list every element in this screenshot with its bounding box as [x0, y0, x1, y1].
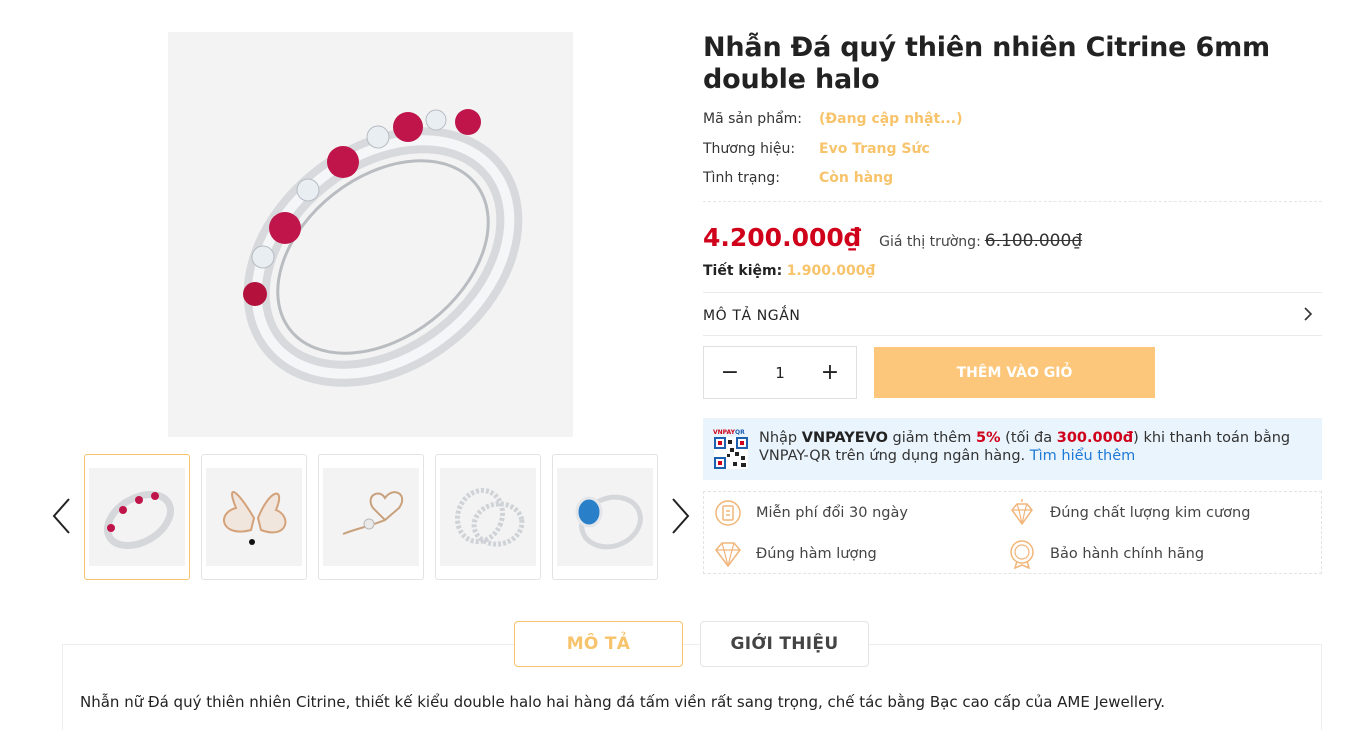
diamond-quality-icon — [1011, 499, 1033, 526]
eternity-rings-thumbnail — [454, 487, 525, 547]
meta-row-sku: Mã sản phẩm: (Đang cập nhật...) — [703, 111, 963, 127]
thumbnail-3[interactable] — [318, 454, 424, 580]
status-value: Còn hàng — [819, 170, 894, 186]
policy-label: Miễn phí đổi 30 ngày — [756, 505, 908, 521]
sku-label: Mã sản phẩm: — [703, 111, 802, 127]
thumbnail-next-button[interactable] — [668, 496, 692, 536]
vnpay-learn-more-link[interactable]: Tìm hiểu thêm — [1030, 448, 1135, 464]
price-row: 4.200.000₫ Giá thị trường: 6.100.000₫ — [703, 223, 1082, 252]
policy-label: Đúng hàm lượng — [756, 546, 877, 562]
chevron-left-icon — [52, 498, 70, 534]
tab-description[interactable]: MÔ TẢ — [514, 621, 683, 667]
saving-label: Tiết kiệm: — [703, 263, 783, 279]
policy-box: Miễn phí đổi 30 ngày Đúng chất lượng kim… — [703, 491, 1322, 574]
brand-value[interactable]: Evo Trang Sức — [819, 141, 930, 157]
ruby-ring-image — [168, 32, 573, 437]
current-price: 4.200.000₫ — [703, 223, 862, 252]
short-description-toggle[interactable]: MÔ TẢ NGẮN — [703, 305, 1322, 325]
brand-label: Thương hiệu: — [703, 141, 796, 157]
chevron-right-icon — [1304, 307, 1313, 321]
quantity-input[interactable] — [756, 347, 804, 398]
add-to-cart-button[interactable]: THÊM VÀO GIỎ — [874, 347, 1155, 398]
policy-label: Đúng chất lượng kim cương — [1050, 505, 1251, 521]
divider — [703, 335, 1322, 336]
heart-flower-brooch-thumbnail — [342, 491, 404, 535]
policy-item: Bảo hành chính hãng — [1008, 539, 1204, 569]
description-panel — [62, 644, 1322, 730]
thumbnail-prev-button[interactable] — [50, 496, 74, 536]
vnpay-promo-box: VNPAY QR Nhập VNPAYEVO giảm thêm 5% (tối… — [703, 418, 1322, 480]
sku-value: (Đang cập nhật...) — [819, 111, 963, 127]
vnpay-qr-icon: VNPAY QR — [713, 429, 748, 469]
policy-label: Bảo hành chính hãng — [1050, 546, 1205, 562]
saving-row: Tiết kiệm: 1.900.000₫ — [703, 263, 875, 279]
vnpay-discount-percent: 5% — [975, 430, 1001, 446]
meta-row-status: Tình trạng: Còn hàng — [703, 170, 893, 186]
status-label: Tình trạng: — [703, 170, 780, 186]
market-price-label: Giá thị trường: — [879, 234, 981, 250]
divider — [703, 292, 1322, 293]
product-title: Nhẫn Đá quý thiên nhiên Citrine 6mm doub… — [703, 32, 1270, 95]
saving-value: 1.900.000₫ — [786, 263, 876, 279]
sapphire-ring-thumbnail — [575, 494, 643, 550]
policy-item: Đúng chất lượng kim cương — [1008, 498, 1250, 528]
thumbnail-4[interactable] — [435, 454, 541, 580]
meta-row-brand: Thương hiệu: Evo Trang Sức — [703, 141, 930, 157]
ruby-ring-thumbnail — [104, 490, 174, 550]
product-description-text: Nhẫn nữ Đá quý thiên nhiên Citrine, thiế… — [80, 693, 1166, 711]
quantity-decrease-button[interactable]: − — [704, 347, 756, 398]
svg-text:QR: QR — [735, 429, 745, 436]
vnpay-text-prefix: Nhập — [759, 430, 802, 446]
vnpay-max-amount: 300.000đ — [1056, 430, 1134, 446]
vnpay-text-middle: (tối đa — [1000, 430, 1057, 446]
vnpay-text-middle: giảm thêm — [887, 430, 976, 446]
diamond-icon — [715, 542, 741, 568]
policy-item: Đúng hàm lượng — [714, 539, 877, 569]
chevron-right-icon — [672, 498, 690, 534]
vnpay-promo-text: Nhập VNPAYEVO giảm thêm 5% (tối đa 300.0… — [759, 429, 1309, 465]
thumbnail-1[interactable] — [84, 454, 190, 580]
main-product-image[interactable] — [168, 32, 573, 437]
butterfly-brooch-thumbnail — [223, 491, 287, 545]
thumbnail-2[interactable] — [201, 454, 307, 580]
short-description-label: MÔ TẢ NGẮN — [703, 308, 801, 324]
market-price: 6.100.000₫ — [984, 231, 1083, 251]
policy-item: Miễn phí đổi 30 ngày — [714, 498, 908, 528]
tab-introduction[interactable]: GIỚI THIỆU — [700, 621, 869, 667]
thumbnail-5[interactable] — [552, 454, 658, 580]
divider — [703, 201, 1322, 202]
vnpay-promo-code: VNPAYEVO — [801, 430, 888, 446]
exchange-icon — [715, 500, 741, 526]
svg-text:VNPAY: VNPAY — [713, 429, 736, 436]
warranty-icon — [1010, 540, 1034, 569]
quantity-stepper: − + — [703, 346, 857, 399]
quantity-increase-button[interactable]: + — [804, 347, 856, 398]
